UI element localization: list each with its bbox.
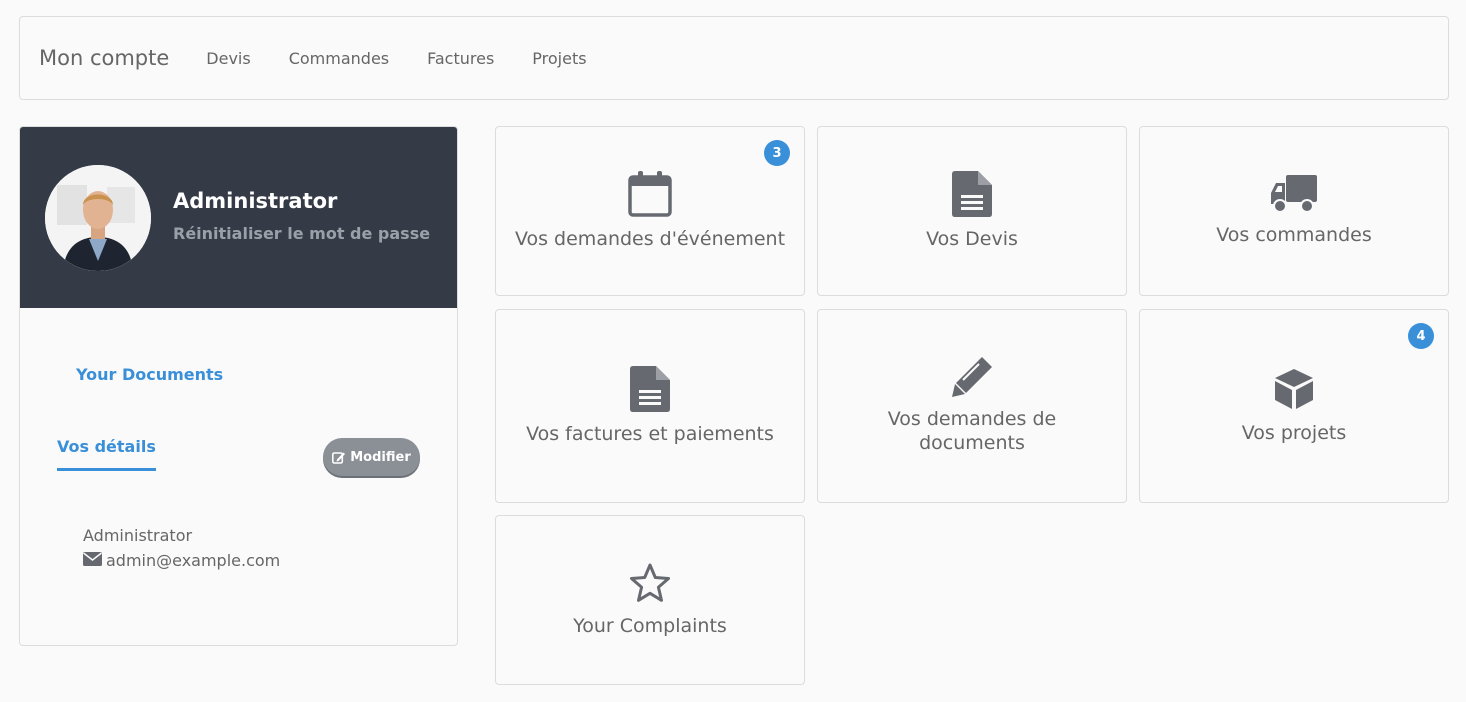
brand-link[interactable]: Mon compte — [39, 46, 169, 70]
edit-button-label: Modifier — [350, 449, 411, 465]
profile-card: Administrator Réinitialiser le mot de pa… — [19, 126, 458, 646]
nav-link-commandes[interactable]: Commandes — [289, 49, 389, 68]
tile-document-requests[interactable]: Vos demandes de documents — [817, 309, 1127, 503]
file-icon — [952, 171, 992, 221]
profile-header: Administrator Réinitialiser le mot de pa… — [20, 127, 457, 308]
nav-link-projets[interactable]: Projets — [532, 49, 586, 68]
truck-icon — [1271, 175, 1317, 217]
pencil-icon — [952, 357, 992, 401]
tile-label: Vos Devis — [926, 228, 1018, 250]
tile-quotes[interactable]: Vos Devis — [817, 126, 1127, 296]
nav-link-factures[interactable]: Factures — [427, 49, 494, 68]
tile-label: Your Complaints — [573, 615, 727, 637]
your-documents-link[interactable]: Your Documents — [76, 365, 223, 384]
tile-complaints[interactable]: Your Complaints — [495, 515, 805, 685]
edit-button[interactable]: Modifier — [323, 438, 420, 476]
detail-email-text: admin@example.com — [106, 551, 281, 570]
tile-label: Vos demandes de documents — [887, 408, 1057, 454]
tile-label: Vos commandes — [1216, 224, 1372, 246]
file-icon — [630, 366, 670, 416]
cube-icon — [1272, 367, 1316, 415]
star-icon — [628, 562, 672, 608]
notification-badge: 3 — [764, 140, 790, 166]
top-navbar: Mon compte Devis Commandes Factures Proj… — [19, 16, 1449, 100]
profile-name: Administrator — [173, 189, 338, 213]
reset-password-link[interactable]: Réinitialiser le mot de passe — [173, 224, 430, 243]
tile-label: Vos projets — [1241, 422, 1347, 444]
tile-label: Vos factures et paiements — [526, 423, 774, 445]
notification-badge: 4 — [1408, 323, 1434, 349]
detail-email: admin@example.com — [83, 551, 280, 570]
envelope-icon — [83, 551, 102, 570]
tile-projects[interactable]: Vos projets 4 — [1139, 309, 1449, 503]
calendar-icon — [628, 171, 672, 221]
detail-name: Administrator — [83, 526, 193, 545]
tab-details[interactable]: Vos détails — [57, 437, 156, 471]
tile-invoices[interactable]: Vos factures et paiements — [495, 309, 805, 503]
edit-icon — [332, 451, 346, 464]
tile-orders[interactable]: Vos commandes — [1139, 126, 1449, 296]
nav-link-devis[interactable]: Devis — [206, 49, 250, 68]
tile-event-requests[interactable]: Vos demandes d'événement 3 — [495, 126, 805, 296]
avatar — [45, 165, 151, 271]
tile-label: Vos demandes d'événement — [514, 228, 786, 250]
